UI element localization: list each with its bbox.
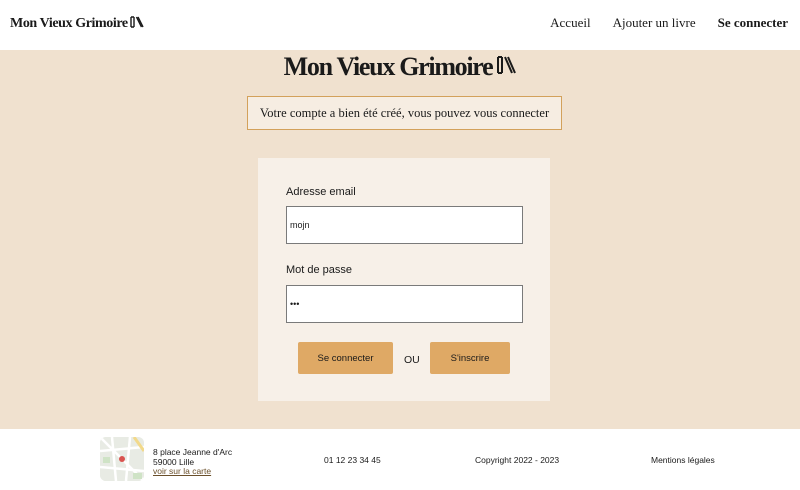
signup-button[interactable]: S'inscrire bbox=[430, 342, 510, 374]
books-icon bbox=[496, 55, 517, 80]
login-button[interactable]: Se connecter bbox=[298, 342, 393, 374]
nav-login-link[interactable]: Se connecter bbox=[718, 15, 788, 31]
success-alert: Votre compte a bien été créé, vous pouve… bbox=[247, 96, 562, 130]
password-field[interactable] bbox=[286, 285, 523, 323]
legal-notice-link[interactable]: Mentions légales bbox=[651, 455, 715, 465]
nav-add-book-link[interactable]: Ajouter un livre bbox=[613, 15, 696, 31]
footer-phone: 01 12 23 34 45 bbox=[324, 455, 381, 465]
map-thumbnail[interactable] bbox=[100, 437, 144, 481]
header-logo[interactable]: Mon Vieux Grimoire bbox=[10, 15, 144, 33]
nav-home-link[interactable]: Accueil bbox=[550, 15, 590, 31]
footer-address: 8 place Jeanne d'Arc 59000 Lille voir su… bbox=[153, 447, 232, 477]
site-footer: 8 place Jeanne d'Arc 59000 Lille voir su… bbox=[0, 429, 800, 490]
page-title: Mon Vieux Grimoire bbox=[0, 52, 800, 82]
main-nav: Accueil Ajouter un livre Se connecter bbox=[550, 15, 788, 31]
site-header: Mon Vieux Grimoire Accueil Ajouter un li… bbox=[0, 0, 800, 50]
password-label: Mot de passe bbox=[286, 264, 353, 276]
email-field[interactable] bbox=[286, 206, 523, 244]
main-content: Mon Vieux Grimoire Votre compte a bien é… bbox=[0, 50, 800, 429]
email-label: Adresse email bbox=[286, 186, 356, 198]
books-icon bbox=[130, 15, 144, 33]
map-link[interactable]: voir sur la carte bbox=[153, 466, 211, 476]
login-form: Adresse email Mot de passe Se connecter … bbox=[258, 158, 550, 401]
header-logo-text: Mon Vieux Grimoire bbox=[10, 16, 128, 31]
page-title-text: Mon Vieux Grimoire bbox=[283, 52, 494, 81]
footer-copyright: Copyright 2022 - 2023 bbox=[475, 455, 560, 465]
or-separator: OU bbox=[404, 354, 420, 366]
